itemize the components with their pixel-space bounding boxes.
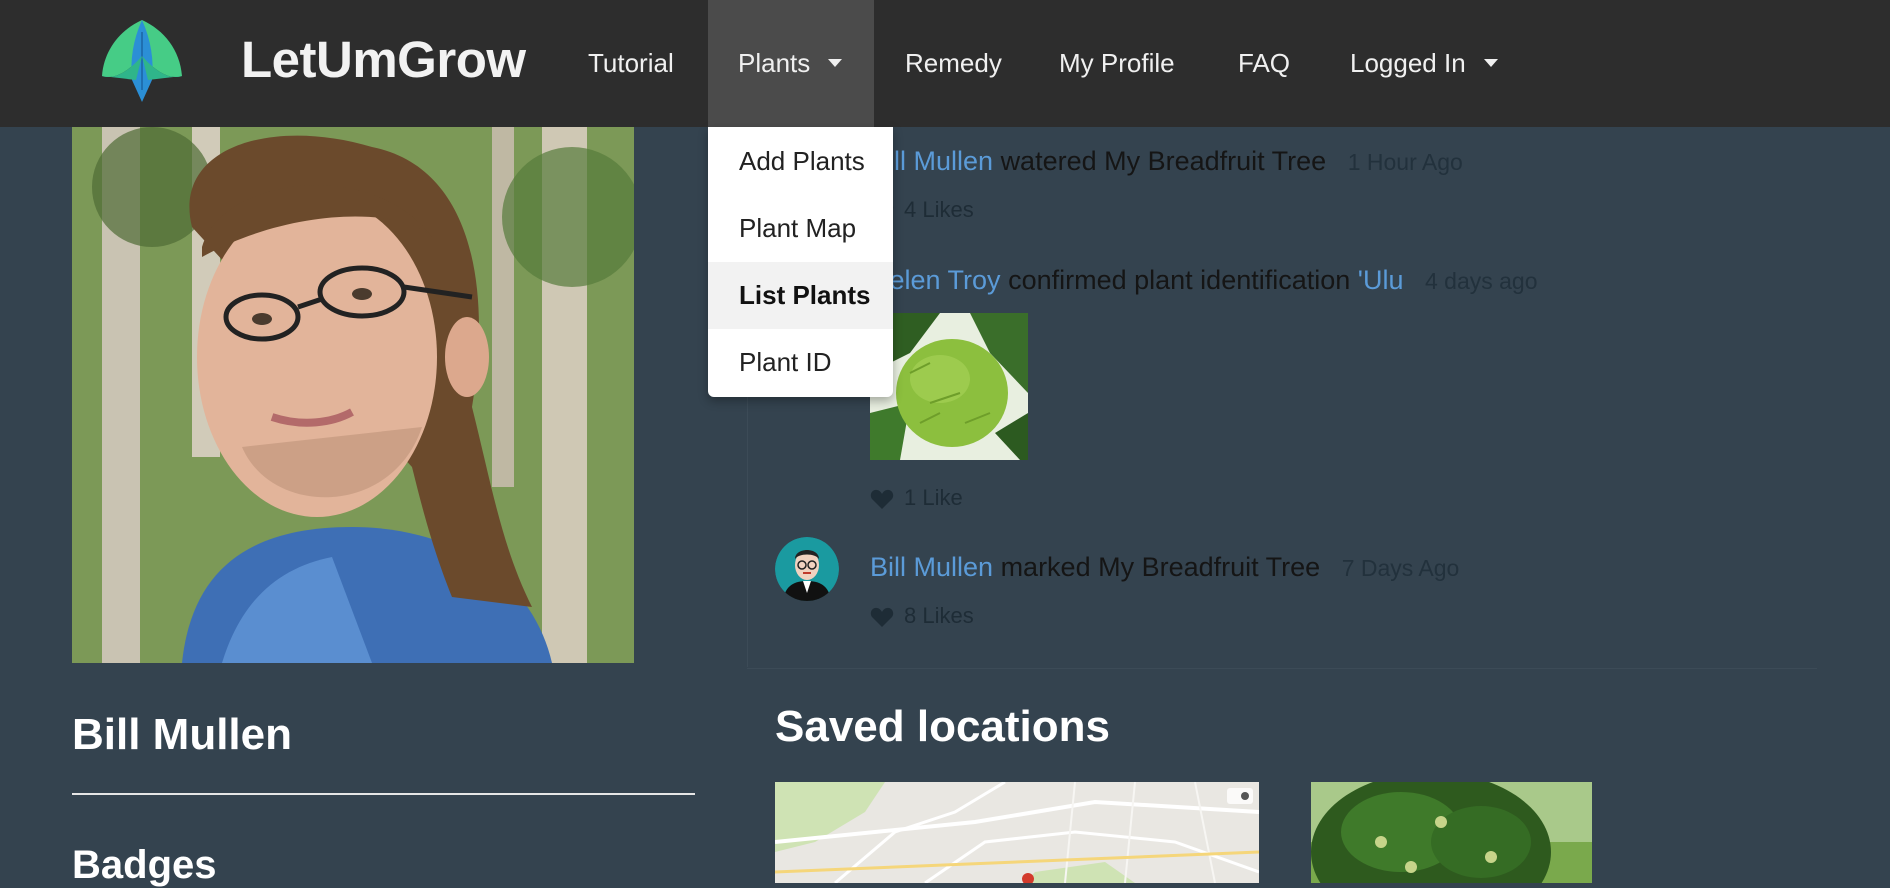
- heart-icon: [870, 608, 894, 628]
- menu-item-list-plants[interactable]: List Plants: [708, 262, 893, 329]
- top-navbar: LetUmGrow Tutorial Plants Remedy My Prof…: [0, 0, 1890, 127]
- likes-count: 4 Likes: [904, 197, 974, 222]
- nav-remedy-label: Remedy: [905, 48, 1002, 78]
- feed-item: Bill Mullen watered My Breadfruit Tree 1…: [870, 146, 1463, 177]
- nav-logged-in-label: Logged In: [1350, 48, 1466, 78]
- caret-down-icon: [828, 59, 843, 68]
- saved-location-photo[interactable]: [1311, 782, 1592, 883]
- brand-name[interactable]: LetUmGrow: [241, 30, 526, 89]
- feed-time: 4 days ago: [1424, 268, 1538, 294]
- feed-action: watered My Breadfruit Tree: [1000, 146, 1327, 176]
- nav-tutorial[interactable]: Tutorial: [588, 0, 674, 127]
- menu-item-plant-map[interactable]: Plant Map: [708, 195, 893, 262]
- feed-time: 7 Days Ago: [1341, 555, 1460, 581]
- feed-divider: [747, 668, 1817, 669]
- divider: [72, 793, 695, 795]
- leaf-logo-icon[interactable]: [100, 20, 184, 102]
- menu-item-plant-id[interactable]: Plant ID: [708, 329, 893, 396]
- user-avatar[interactable]: [775, 537, 839, 601]
- menu-item-add-plants[interactable]: Add Plants: [708, 128, 893, 195]
- nav-my-profile-label: My Profile: [1059, 48, 1175, 78]
- feed-action: confirmed plant identification: [1008, 265, 1351, 295]
- nav-logged-in[interactable]: Logged In: [1350, 0, 1498, 127]
- profile-name: Bill Mullen: [72, 710, 292, 759]
- feed-time: 1 Hour Ago: [1347, 149, 1463, 175]
- likes-count: 8 Likes: [904, 603, 974, 628]
- feed-item: Bill Mullen marked My Breadfruit Tree 7 …: [870, 552, 1459, 583]
- nav-plants-label: Plants: [738, 48, 811, 78]
- nav-faq[interactable]: FAQ: [1238, 0, 1290, 127]
- nav-plants[interactable]: Plants: [708, 0, 874, 127]
- feed-plant-link[interactable]: 'Ulu: [1358, 265, 1404, 295]
- plants-dropdown-menu: Add Plants Plant Map List Plants Plant I…: [708, 127, 893, 397]
- heart-icon: [870, 490, 894, 510]
- caret-down-icon: [1483, 59, 1498, 68]
- likes-button[interactable]: 1 Like: [870, 485, 963, 511]
- profile-photo: [72, 127, 634, 663]
- feed-user-link[interactable]: Bill Mullen: [870, 552, 993, 582]
- nav-remedy[interactable]: Remedy: [905, 0, 1002, 127]
- badges-heading: Badges: [72, 843, 217, 887]
- likes-count: 1 Like: [904, 485, 963, 510]
- breadfruit-image[interactable]: [870, 313, 1028, 460]
- feed-item: Helen Troy confirmed plant identificatio…: [870, 265, 1538, 296]
- feed-action: marked My Breadfruit Tree: [1000, 552, 1321, 582]
- nav-my-profile[interactable]: My Profile: [1059, 0, 1175, 127]
- nav-tutorial-label: Tutorial: [588, 48, 674, 78]
- likes-button[interactable]: 8 Likes: [870, 603, 974, 629]
- nav-faq-label: FAQ: [1238, 48, 1291, 78]
- saved-location-map[interactable]: [775, 782, 1259, 883]
- saved-locations-heading: Saved locations: [775, 702, 1111, 751]
